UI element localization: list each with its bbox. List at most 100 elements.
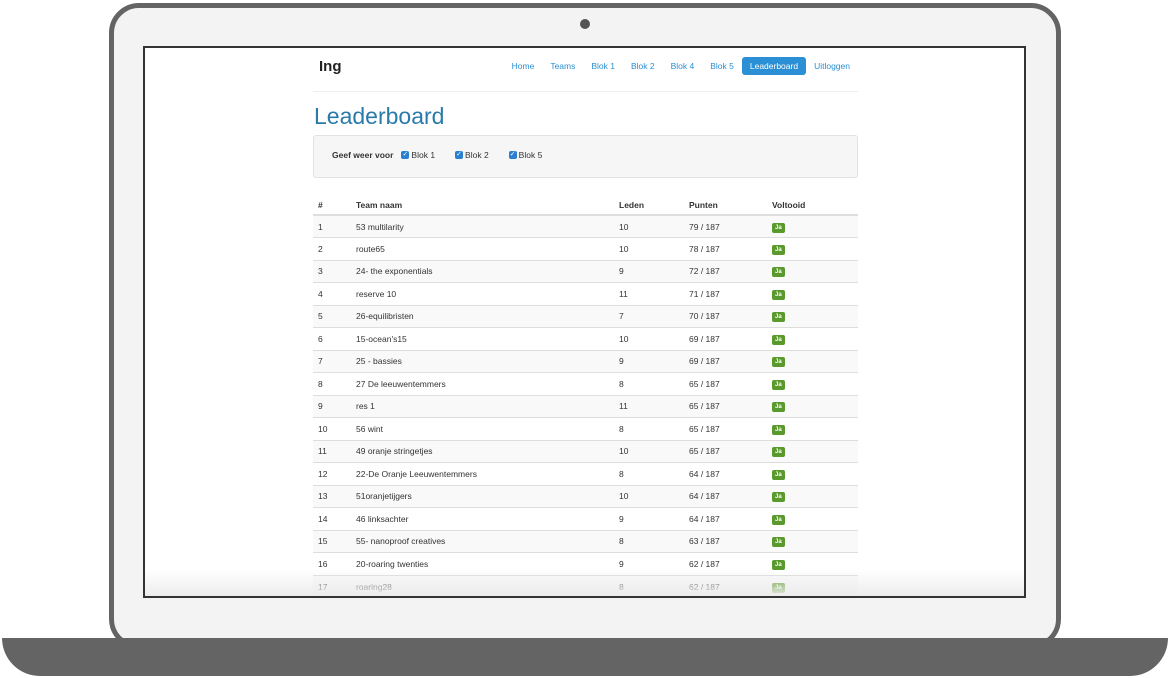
voltooid-cell: Ja: [772, 394, 858, 418]
punten-cell: 69 / 187: [689, 349, 772, 373]
table-row: 17 roaring28 8 62 / 187 Ja: [313, 574, 858, 596]
table-row: 13 51oranjetijgers 10 64 / 187 Ja: [313, 484, 858, 508]
team-name-cell: 53 multilarity: [356, 214, 619, 238]
rank-cell: 5: [313, 304, 356, 328]
punten-cell: 69 / 187: [689, 327, 772, 350]
leden-cell: 10: [619, 484, 689, 508]
team-name-cell: 51oranjetijgers: [356, 484, 619, 508]
nav-blok-4[interactable]: Blok 4: [663, 57, 703, 75]
status-badge: Ja: [772, 222, 785, 233]
filter-label: Geef weer voor: [332, 149, 394, 160]
table-row: 4 reserve 10 11 71 / 187 Ja: [313, 282, 858, 305]
nav-teams[interactable]: Teams: [542, 57, 583, 75]
nav-blok-5[interactable]: Blok 5: [702, 57, 742, 75]
status-badge: Ja: [772, 469, 785, 480]
nav-blok-2[interactable]: Blok 2: [623, 57, 663, 75]
table-row: 6 15-ocean's15 10 69 / 187 Ja: [313, 327, 858, 350]
team-name-cell: 27 De leeuwentemmers: [356, 372, 619, 395]
voltooid-cell: Ja: [772, 417, 858, 440]
camera-dot: [580, 19, 590, 29]
filter-option-blok-2[interactable]: ✓ Blok 2: [455, 150, 489, 160]
checkbox[interactable]: ✓: [455, 150, 464, 159]
checkbox[interactable]: ✓: [508, 150, 517, 159]
punten-cell: 63 / 187: [689, 529, 772, 553]
leden-cell: 8: [619, 372, 689, 395]
status-badge: Ja: [772, 447, 785, 458]
leden-cell: 9: [619, 507, 689, 530]
filter-options: ✓ Blok 1 ✓ Blok 2 ✓ Blok 5: [401, 150, 562, 160]
table-row: 9 res 1 11 65 / 187 Ja: [313, 394, 858, 418]
column-header-leden: Leden: [619, 195, 689, 216]
table-row: 3 24- the exponentials 9 72 / 187 Ja: [313, 259, 858, 283]
rank-cell: 7: [313, 349, 356, 373]
filter-option-blok-5[interactable]: ✓ Blok 5: [508, 150, 542, 160]
status-badge: Ja: [772, 379, 785, 390]
brand-logo[interactable]: Ing: [319, 58, 342, 75]
leden-cell: 7: [619, 304, 689, 328]
column-header-team: Team naam: [356, 195, 619, 216]
leden-cell: 10: [619, 439, 689, 463]
voltooid-cell: Ja: [772, 372, 858, 395]
leden-cell: 9: [619, 552, 689, 575]
status-badge: Ja: [772, 334, 785, 345]
leden-cell: 8: [619, 462, 689, 485]
punten-cell: 72 / 187: [689, 259, 772, 283]
table-row: 16 20-roaring twenties 9 62 / 187 Ja: [313, 552, 858, 575]
punten-cell: 65 / 187: [689, 394, 772, 418]
nav-leaderboard[interactable]: Leaderboard: [741, 57, 807, 75]
leden-cell: 11: [619, 282, 689, 305]
nav-uitloggen[interactable]: Uitloggen: [806, 57, 858, 75]
team-name-cell: 46 linksachter: [356, 507, 619, 530]
team-name-cell: 22-De Oranje Leeuwentemmers: [356, 462, 619, 485]
status-badge: Ja: [772, 582, 785, 593]
team-name-cell: 49 oranje stringetjes: [356, 439, 619, 463]
voltooid-cell: Ja: [772, 282, 858, 305]
voltooid-cell: Ja: [772, 439, 858, 463]
team-name-cell: 25 - bassies: [356, 349, 619, 373]
rank-cell: 6: [313, 327, 356, 350]
checkbox-label: Blok 2: [465, 149, 489, 160]
team-name-cell: roaring28: [356, 574, 619, 596]
status-badge: Ja: [772, 312, 785, 323]
punten-cell: 64 / 187: [689, 507, 772, 530]
voltooid-cell: Ja: [772, 529, 858, 553]
filter-option-blok-1[interactable]: ✓ Blok 1: [401, 150, 435, 160]
leden-cell: 10: [619, 214, 689, 238]
table-header-row: # Team naam Leden Punten Voltooid: [313, 195, 858, 216]
voltooid-cell: Ja: [772, 259, 858, 283]
status-badge: Ja: [772, 559, 785, 570]
voltooid-cell: Ja: [772, 327, 858, 350]
team-name-cell: res 1: [356, 394, 619, 418]
table-row: 15 55- nanoproof creatives 8 63 / 187 Ja: [313, 529, 858, 553]
status-badge: Ja: [772, 492, 785, 503]
punten-cell: 62 / 187: [689, 574, 772, 596]
team-name-cell: 56 wint: [356, 417, 619, 440]
leden-cell: 8: [619, 417, 689, 440]
table-body: 1 53 multilarity 10 79 / 187 Ja 2 route65 10 78 …: [313, 214, 858, 596]
leden-cell: 10: [619, 237, 689, 260]
nav-blok-1[interactable]: Blok 1: [583, 57, 623, 75]
rank-cell: 2: [313, 237, 356, 260]
status-badge: Ja: [772, 537, 785, 548]
checkbox[interactable]: ✓: [401, 150, 410, 159]
table-row: 8 27 De leeuwentemmers 8 65 / 187 Ja: [313, 372, 858, 395]
checkbox-label: Blok 1: [411, 149, 436, 160]
rank-cell: 17: [313, 574, 356, 596]
voltooid-cell: Ja: [772, 237, 858, 260]
voltooid-cell: Ja: [772, 462, 858, 485]
nav-home[interactable]: Home: [504, 57, 543, 75]
punten-cell: 62 / 187: [689, 552, 772, 575]
rank-cell: 9: [313, 394, 356, 418]
table-row: 1 53 multilarity 10 79 / 187 Ja: [313, 214, 858, 238]
table-row: 2 route65 10 78 / 187 Ja: [313, 237, 858, 260]
team-name-cell: 24- the exponentials: [356, 259, 619, 283]
rank-cell: 4: [313, 282, 356, 305]
punten-cell: 70 / 187: [689, 304, 772, 328]
team-name-cell: 26-equilibristen: [356, 304, 619, 328]
status-badge: Ja: [772, 289, 785, 300]
page-title: Leaderboard: [314, 103, 445, 129]
rank-cell: 12: [313, 462, 356, 485]
column-header-rank: #: [313, 195, 356, 216]
leden-cell: 11: [619, 394, 689, 418]
team-name-cell: route65: [356, 237, 619, 260]
